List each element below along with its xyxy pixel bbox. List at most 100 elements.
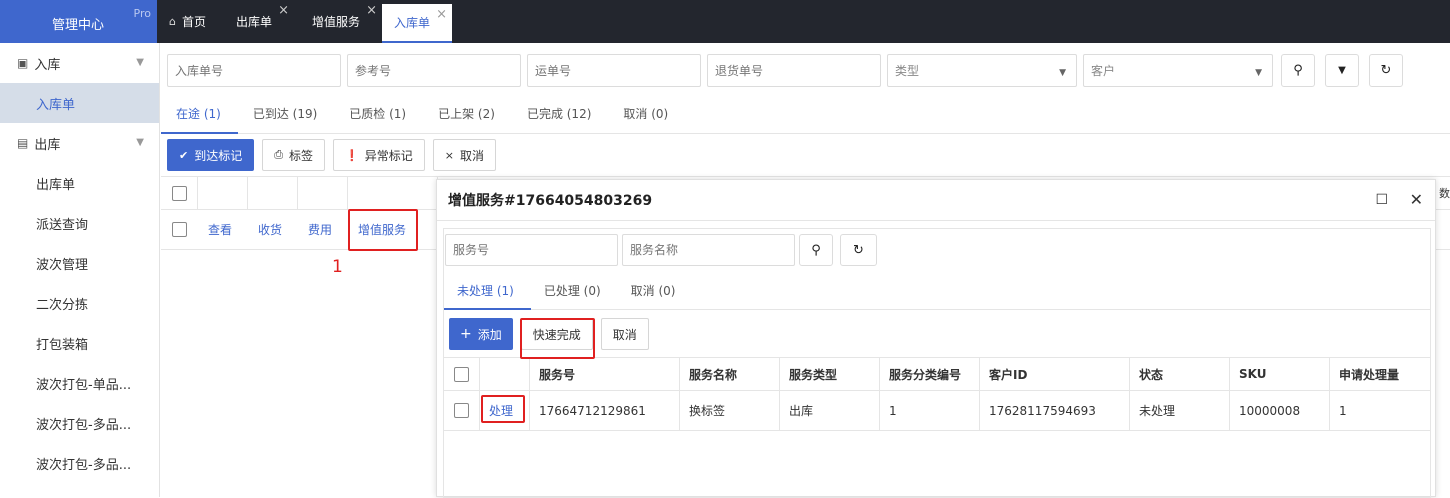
- sidebar-item-wave-pack-single[interactable]: 波次打包-单品...: [0, 363, 159, 403]
- filter-button[interactable]: ▼: [1325, 54, 1359, 87]
- sidebar-group-outbound[interactable]: ▤ 出库 ▼: [0, 123, 159, 163]
- header-checkbox-cell: [161, 177, 198, 209]
- tab-inspected[interactable]: 已质检 (1): [334, 98, 423, 134]
- sidebar-item-secondary-sorting[interactable]: 二次分拣: [0, 283, 159, 323]
- filter-bar: 类型 ▼ 客户 ▼ ⚲ ▼ ↻: [167, 54, 1403, 87]
- inbox-icon: ▣: [17, 56, 29, 70]
- cell-service-name: 换标签: [680, 391, 780, 430]
- print-icon: ⎙: [274, 148, 284, 161]
- tab-outbound[interactable]: 出库单 ×: [224, 0, 294, 43]
- arrival-mark-button[interactable]: ✔ 到达标记: [167, 139, 255, 171]
- row-checkbox[interactable]: [172, 222, 187, 237]
- customer-select[interactable]: 客户 ▼: [1083, 54, 1273, 87]
- refresh-icon: ↻: [853, 242, 864, 258]
- service-table: 服务号 服务名称 服务类型 服务分类编号 客户ID 状态 SKU 申请处理量 处…: [444, 357, 1430, 431]
- tab-cancelled[interactable]: 取消 (0): [618, 275, 693, 310]
- tab-value-added-services[interactable]: 增值服务 ×: [294, 0, 382, 43]
- tab-unprocessed[interactable]: 未处理 (1): [444, 275, 531, 310]
- sidebar-item-wave-management[interactable]: 波次管理: [0, 243, 159, 283]
- top-bar: 管理中心 Pro ⌂ 首页 出库单 × 增值服务 × 入库单 ×: [0, 0, 1450, 43]
- cell-service-no: 17664712129861: [530, 391, 680, 430]
- service-name-input[interactable]: [622, 234, 795, 266]
- brand-title: 管理中心: [52, 18, 105, 33]
- sidebar-item-outbound-orders[interactable]: 出库单: [0, 163, 159, 203]
- sidebar-item-wave-pack-multi[interactable]: 波次打包-多品...: [0, 403, 159, 443]
- action-bar: ✔ 到达标记 ⎙ 标签 ❗ 异常标记 × 取消: [167, 139, 497, 171]
- sidebar-item-packing[interactable]: 打包装箱: [0, 323, 159, 363]
- sidebar-group-label: 入库: [34, 57, 61, 73]
- tab-in-transit[interactable]: 在途 (1): [161, 98, 238, 134]
- button-label: 添加: [477, 327, 502, 342]
- tab-shelved[interactable]: 已上架 (2): [423, 98, 512, 134]
- close-icon[interactable]: ×: [278, 3, 289, 18]
- dialog-cancel-button[interactable]: 取消: [600, 318, 649, 350]
- cell-status: 未处理: [1130, 391, 1230, 430]
- tab-arrived[interactable]: 已到达 (19): [238, 98, 334, 134]
- reference-no-input[interactable]: [347, 54, 521, 87]
- row-checkbox[interactable]: [454, 403, 469, 418]
- service-no-input[interactable]: [445, 234, 618, 266]
- sidebar-item-inbound-orders[interactable]: 入库单: [0, 83, 159, 123]
- add-button[interactable]: + 添加: [449, 318, 513, 350]
- select-all-checkbox[interactable]: [171, 185, 187, 201]
- search-icon: ⚲: [1293, 63, 1303, 78]
- exception-mark-button[interactable]: ❗ 异常标记: [333, 139, 425, 171]
- tab-inbound[interactable]: 入库单 ×: [382, 4, 453, 43]
- col-category-no: 服务分类编号: [880, 358, 980, 390]
- dialog-filter-bar: ⚲ ↻: [445, 234, 877, 266]
- cell-service-type: 出库: [780, 391, 880, 430]
- maximize-icon[interactable]: ☐: [1375, 192, 1388, 208]
- dialog-search-button[interactable]: ⚲: [799, 234, 833, 266]
- button-label: 标签: [289, 148, 314, 163]
- tab-home[interactable]: ⌂ 首页: [157, 0, 224, 43]
- plus-icon: +: [460, 326, 472, 342]
- type-select-placeholder: 类型: [895, 64, 920, 78]
- close-icon[interactable]: ×: [436, 7, 447, 22]
- receive-link[interactable]: 收货: [248, 221, 298, 238]
- header-cell: [298, 177, 348, 209]
- cell-customer-id: 17628117594693: [980, 391, 1130, 430]
- table-row: 处理 17664712129861 换标签 出库 1 1762811759469…: [444, 391, 1430, 431]
- step-marker: 1: [332, 257, 343, 277]
- dialog-refresh-button[interactable]: ↻: [840, 234, 877, 266]
- highlight-box-quick-complete: [520, 318, 595, 359]
- return-no-input[interactable]: [707, 54, 881, 87]
- refresh-button[interactable]: ↻: [1369, 54, 1403, 87]
- tab-label: 入库单: [394, 16, 431, 30]
- inbound-no-input[interactable]: [167, 54, 341, 87]
- select-all-checkbox[interactable]: [454, 366, 469, 382]
- sidebar-group-inbound[interactable]: ▣ 入库 ▼: [0, 43, 159, 83]
- sidebar-item-delivery-query[interactable]: 派送查询: [0, 203, 159, 243]
- home-icon: ⌂: [169, 15, 176, 28]
- view-link[interactable]: 查看: [198, 221, 248, 238]
- dialog-status-tabs: 未处理 (1) 已处理 (0) 取消 (0): [444, 275, 1430, 310]
- dialog-title: 增值服务#17664054803269: [437, 180, 1435, 221]
- type-select[interactable]: 类型 ▼: [887, 54, 1077, 87]
- highlight-box-process: [481, 395, 525, 423]
- waybill-no-input[interactable]: [527, 54, 701, 87]
- refresh-icon: ↻: [1380, 63, 1392, 78]
- col-sku: SKU: [1230, 358, 1330, 390]
- tab-processed[interactable]: 已处理 (0): [531, 275, 618, 310]
- status-tabs: 在途 (1) 已到达 (19) 已质检 (1) 已上架 (2) 已完成 (12)…: [161, 98, 1450, 134]
- tab-cancelled[interactable]: 取消 (0): [608, 98, 685, 134]
- col-qty: 申请处理量: [1339, 367, 1400, 382]
- alert-icon: ❗: [345, 148, 359, 162]
- label-button[interactable]: ⎙ 标签: [262, 139, 326, 171]
- close-icon[interactable]: ×: [366, 3, 377, 18]
- pro-badge: Pro: [133, 7, 151, 20]
- tab-label: 增值服务: [312, 15, 361, 29]
- brand[interactable]: 管理中心 Pro: [0, 0, 157, 43]
- cancel-button[interactable]: × 取消: [432, 139, 497, 171]
- tab-completed[interactable]: 已完成 (12): [512, 98, 608, 134]
- dialog-body: ⚲ ↻ 未处理 (1) 已处理 (0) 取消 (0) + 添加 快速完成 取消 …: [443, 228, 1431, 498]
- tab-label: 出库单: [236, 15, 273, 29]
- row-checkbox-cell: [444, 391, 480, 430]
- fee-link[interactable]: 费用: [298, 221, 348, 238]
- close-icon[interactable]: ✕: [1410, 190, 1423, 209]
- customer-select-placeholder: 客户: [1091, 64, 1116, 78]
- cell-qty: 1: [1339, 403, 1347, 418]
- search-button[interactable]: ⚲: [1281, 54, 1315, 87]
- row-checkbox-cell: [161, 222, 198, 237]
- sidebar-item-wave-pack-multi-2[interactable]: 波次打包-多品...: [0, 443, 159, 483]
